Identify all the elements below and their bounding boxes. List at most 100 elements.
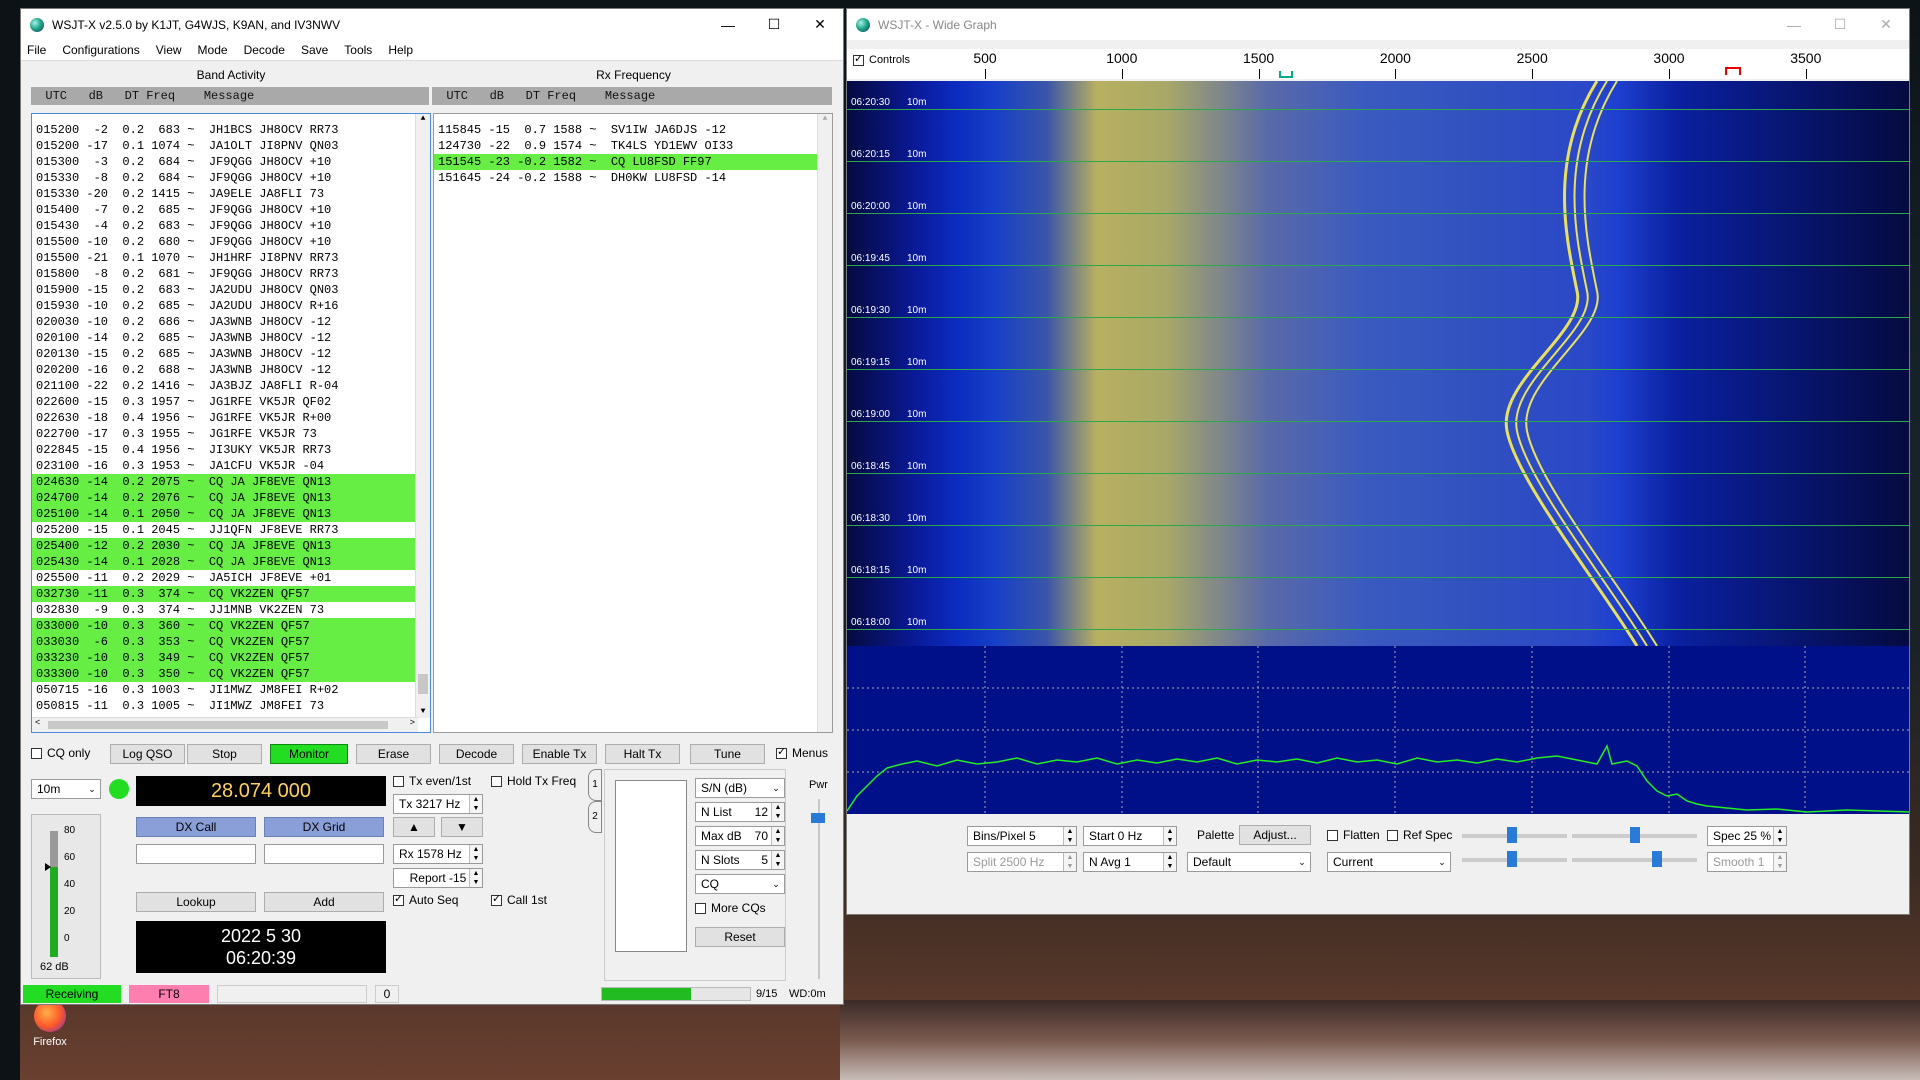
ref-spec-checkbox[interactable]: Ref Spec (1387, 828, 1452, 842)
decode-row[interactable]: 015330 -8 0.2 684 ~ JF9QGG JH8OCV +10 (32, 170, 430, 186)
close-icon[interactable]: ✕ (1863, 9, 1909, 40)
decode-row[interactable]: 033300 -10 0.3 350 ~ CQ VK2ZEN QF57 (32, 666, 430, 682)
slider-handle[interactable] (1652, 851, 1662, 867)
decode-button[interactable]: Decode (439, 744, 514, 764)
decode-row[interactable]: 022600 -15 0.3 1957 ~ JG1RFE VK5JR QF02 (32, 394, 430, 410)
dx-call-button[interactable]: DX Call (136, 817, 256, 837)
decode-row[interactable]: 151645 -24 -0.2 1588 ~ DH0KW LU8FSD -14 (434, 170, 832, 186)
log-qso-button[interactable]: Log QSO (110, 744, 185, 764)
scroll-up-icon[interactable]: ▲ (818, 114, 832, 123)
slider-spec-gain[interactable] (1462, 851, 1567, 867)
n-slots-spinbox[interactable]: N Slots 5 ▲ ▼ (695, 850, 785, 870)
tab-1[interactable]: 1 (588, 769, 602, 801)
scroll-down-icon[interactable]: ▼ (416, 707, 430, 716)
menu-view[interactable]: View (156, 43, 182, 57)
n-list-spinbox[interactable]: N List 12 ▲ ▼ (695, 802, 785, 822)
menu-tools[interactable]: Tools (344, 43, 372, 57)
hold-tx-freq-checkbox[interactable]: Hold Tx Freq (491, 774, 576, 788)
slider-spec-zero[interactable] (1572, 851, 1697, 867)
cq-select[interactable]: CQ ⌄ (695, 874, 785, 894)
decode-row[interactable]: 050815 -11 0.3 1005 ~ JI1MWZ JM8FEI 73 (32, 698, 430, 714)
scroll-right-icon[interactable]: > (410, 718, 415, 728)
decode-row[interactable]: 015200 -17 0.1 1074 ~ JA1OLT JI8PNV QN03 (32, 138, 430, 154)
decode-row[interactable]: 020130 -15 0.2 685 ~ JA3WNB JH8OCV -12 (32, 346, 430, 362)
decode-row[interactable]: 025200 -15 0.1 2045 ~ JJ1QFN JF8EVE RR73 (32, 522, 430, 538)
hscroll-thumb[interactable] (48, 721, 388, 729)
waterfall[interactable]: 06:20:30 10m 06:20:15 10m 06:20:00 10m 06:19:4… (847, 81, 1909, 646)
decode-row[interactable]: 024700 -14 0.2 2076 ~ CQ JA JF8EVE QN13 (32, 490, 430, 506)
menu-configurations[interactable]: Configurations (62, 43, 139, 57)
slider-handle[interactable] (1507, 827, 1517, 843)
menu-help[interactable]: Help (388, 43, 413, 57)
band-activity-vscroll[interactable]: ▲ ▼ (415, 114, 430, 718)
scroll-thumb[interactable] (418, 674, 428, 694)
wide-graph-titlebar[interactable]: WSJT-X - Wide Graph — ☐ ✕ (847, 9, 1909, 40)
pwr-slider[interactable] (811, 799, 827, 979)
decode-row[interactable]: 015500 -21 0.1 1070 ~ JH1HRF JI8PNV RR73 (32, 250, 430, 266)
decode-row[interactable]: 115845 -15 0.7 1588 ~ SV1IW JA6DJS -12 (434, 122, 832, 138)
erase-button[interactable]: Erase (356, 744, 431, 764)
decode-row[interactable]: 020030 -10 0.2 686 ~ JA3WNB JH8OCV -12 (32, 314, 430, 330)
start-hz-spinbox[interactable]: Start 0 Hz ▲ ▼ (1083, 826, 1177, 846)
decode-row[interactable]: 015300 -3 0.2 684 ~ JF9QGG JH8OCV +10 (32, 154, 430, 170)
dx-call-input[interactable] (136, 844, 256, 864)
decode-row[interactable]: 050715 -16 0.3 1003 ~ JI1MWZ JM8FEI R+02 (32, 682, 430, 698)
slider-handle[interactable] (1507, 851, 1517, 867)
bins-per-pixel-spinbox[interactable]: Bins/Pixel 5 ▲ ▼ (967, 826, 1077, 846)
tx-freq-up-button[interactable]: ▲ (393, 817, 435, 837)
spectrum-mode-select[interactable]: Current ⌄ (1327, 852, 1451, 872)
tab-2[interactable]: 2 (588, 801, 602, 833)
main-titlebar[interactable]: WSJT-X v2.5.0 by K1JT, G4WJS, K9AN, and … (21, 9, 843, 40)
decode-row[interactable]: 033030 -6 0.3 353 ~ CQ VK2ZEN QF57 (32, 634, 430, 650)
call-1st-checkbox[interactable]: Call 1st (491, 892, 547, 907)
scroll-up-icon[interactable]: ▲ (416, 114, 430, 123)
decode-row[interactable]: 025100 -14 0.1 2050 ~ CQ JA JF8EVE QN13 (32, 506, 430, 522)
lookup-button[interactable]: Lookup (136, 892, 256, 912)
controls-checkbox[interactable]: Controls (853, 52, 910, 66)
slider-zero[interactable] (1572, 827, 1697, 843)
n-avg-spinbox[interactable]: N Avg 1 ▲ ▼ (1083, 852, 1177, 872)
firefox-desktop-icon[interactable]: Firefox (26, 1000, 74, 1048)
more-cqs-checkbox[interactable]: More CQs (695, 901, 766, 915)
stop-button[interactable]: Stop (187, 744, 262, 764)
spec-percent-spinbox[interactable]: Spec 25 % ▲ ▼ (1707, 826, 1787, 846)
decode-row[interactable]: 022845 -15 0.4 1956 ~ JI3UKY VK5JR RR73 (32, 442, 430, 458)
decode-row[interactable]: 021100 -22 0.2 1416 ~ JA3BJZ JA8FLI R-04 (32, 378, 430, 394)
decode-row[interactable]: 025500 -11 0.2 2029 ~ JA5ICH JF8EVE +01 (32, 570, 430, 586)
enable-tx-button[interactable]: Enable Tx (522, 744, 597, 764)
rx-frequency-spinbox[interactable]: Rx 1578 Hz ▲ ▼ (393, 844, 483, 864)
decode-row[interactable]: 020100 -14 0.2 685 ~ JA3WNB JH8OCV -12 (32, 330, 430, 346)
auto-seq-checkbox[interactable]: Auto Seq (393, 892, 458, 907)
decode-row[interactable]: 032730 -11 0.3 374 ~ CQ VK2ZEN QF57 (32, 586, 430, 602)
decode-row[interactable]: 015900 -15 0.2 683 ~ JA2UDU JH8OCV QN03 (32, 282, 430, 298)
decode-row[interactable]: 151545 -23 -0.2 1582 ~ CQ LU8FSD FF97 (434, 154, 832, 170)
rx-frequency-list[interactable]: 115845 -15 0.7 1588 ~ SV1IW JA6DJS -12 12… (433, 113, 833, 733)
menus-checkbox[interactable]: Menus (776, 745, 828, 760)
minimize-icon[interactable]: — (705, 9, 751, 40)
adjust-button[interactable]: Adjust... (1239, 825, 1311, 845)
decode-row[interactable]: 124730 -22 0.9 1574 ~ TK4LS YD1EWV OI33 (434, 138, 832, 154)
flatten-checkbox[interactable]: Flatten (1327, 828, 1380, 842)
band-activity-list[interactable]: 015200 -2 0.2 683 ~ JH1BCS JH8OCV RR73 01… (31, 113, 431, 733)
maximize-icon[interactable]: ☐ (751, 9, 797, 40)
report-spinbox[interactable]: Report -15 ▲ ▼ (393, 868, 483, 888)
band-activity-hscroll[interactable]: < > (32, 717, 418, 732)
frequency-ruler[interactable]: Controls 500 1000 1500 2000 2500 3000 3500 (847, 49, 1909, 79)
decode-row[interactable]: 032830 -9 0.3 374 ~ JJ1MNB VK2ZEN 73 (32, 602, 430, 618)
add-button[interactable]: Add (264, 892, 384, 912)
tx-freq-down-button[interactable]: ▼ (441, 817, 483, 837)
decode-row[interactable]: 015330 -20 0.2 1415 ~ JA9ELE JA8FLI 73 (32, 186, 430, 202)
decode-row[interactable]: 022630 -18 0.4 1956 ~ JG1RFE VK5JR R+00 (32, 410, 430, 426)
dial-frequency-display[interactable]: 28.074 000 (136, 776, 386, 806)
slider-gain[interactable] (1462, 827, 1567, 843)
tune-button[interactable]: Tune (690, 744, 765, 764)
palette-select[interactable]: Default ⌄ (1187, 852, 1311, 872)
decode-row[interactable]: 033230 -10 0.3 349 ~ CQ VK2ZEN QF57 (32, 650, 430, 666)
decode-row[interactable]: 023100 -16 0.3 1953 ~ JA1CFU VK5JR -04 (32, 458, 430, 474)
decode-row[interactable]: 015800 -8 0.2 681 ~ JF9QGG JH8OCV RR73 (32, 266, 430, 282)
cq-list[interactable] (615, 780, 687, 952)
decode-row[interactable]: 022700 -17 0.3 1955 ~ JG1RFE VK5JR 73 (32, 426, 430, 442)
reset-button[interactable]: Reset (695, 927, 785, 947)
scroll-left-icon[interactable]: < (35, 718, 40, 728)
decode-row[interactable]: 033000 -10 0.3 360 ~ CQ VK2ZEN QF57 (32, 618, 430, 634)
